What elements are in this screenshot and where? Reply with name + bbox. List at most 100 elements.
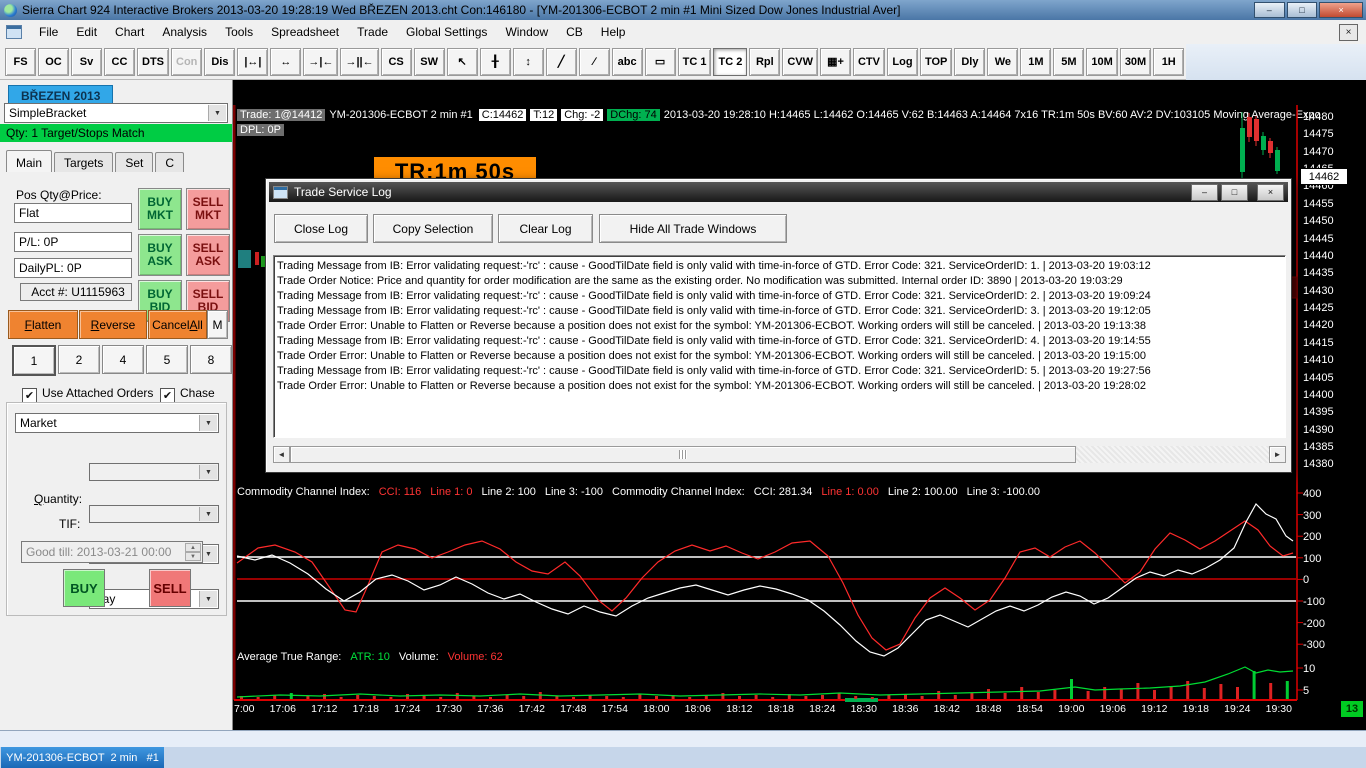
toolbar-button[interactable]: We (987, 48, 1018, 76)
dialog-maximize-button[interactable]: □ (1221, 184, 1248, 201)
position-field[interactable]: Flat (14, 203, 132, 223)
order-button[interactable]: SELLASK (186, 234, 230, 276)
toolbar-button[interactable]: CC (104, 48, 135, 76)
toolbar-button[interactable]: abc (612, 48, 643, 76)
use-attached-orders-checkbox[interactable]: ✔Use Attached Orders (22, 386, 153, 403)
toolbar-button[interactable]: TC 2 (713, 48, 747, 76)
dpl-chip: DPL: 0P (237, 122, 288, 136)
crosshair-icon[interactable]: ╂ (480, 48, 511, 76)
chevron-down-icon[interactable]: ▼ (199, 415, 217, 431)
vertical-measure-icon[interactable]: ↕ (513, 48, 544, 76)
scroll-left-icon[interactable]: ◄ (273, 446, 290, 463)
toolbar-button[interactable]: Dis (204, 48, 235, 76)
toolbar-button[interactable]: Sv (71, 48, 102, 76)
trade-window-icon[interactable]: ▦+ (820, 48, 851, 76)
qty-preset-button[interactable]: 5 (146, 345, 188, 374)
sell-button[interactable]: SELL (149, 569, 191, 607)
flatten-button[interactable]: Flatten (8, 310, 78, 339)
bar-spacing-icon[interactable]: ↔ (270, 48, 301, 76)
strategy-select[interactable]: SimpleBracket ▼ (4, 103, 228, 123)
atr-info-line: Average True Range:ATR: 10Volume:Volume:… (237, 651, 512, 663)
menu-item[interactable]: Tools (216, 22, 262, 42)
menu-item[interactable]: Edit (67, 22, 106, 42)
m-button[interactable]: M (207, 310, 228, 339)
scrollbar-thumb[interactable] (290, 446, 1076, 463)
qty-preset-button[interactable]: 8 (190, 345, 232, 374)
toolbar-button[interactable]: TC 1 (678, 48, 712, 76)
spinner-icons[interactable]: ▲▼ (185, 543, 201, 561)
panel-tab[interactable]: C (155, 152, 184, 172)
bottom-strip (0, 730, 1366, 748)
menu-item[interactable]: Global Settings (397, 22, 496, 42)
toolbar-button[interactable]: Log (887, 48, 918, 76)
toolbar-button[interactable]: Con (171, 48, 202, 76)
toolbar-button[interactable]: TOP (920, 48, 952, 76)
toolbar-button[interactable]: DTS (137, 48, 169, 76)
log-message-list[interactable]: Trading Message from IB: Error validatin… (273, 255, 1286, 438)
chevron-down-icon[interactable]: ▼ (199, 591, 217, 607)
toolbar-button[interactable]: 1H (1153, 48, 1184, 76)
toolbar-button[interactable]: Rpl (749, 48, 780, 76)
order-button[interactable]: SELLMKT (186, 188, 230, 230)
panel-tab[interactable]: Targets (54, 152, 113, 172)
chase-checkbox[interactable]: ✔Chase (160, 386, 215, 403)
time-label: 18:12 (726, 703, 752, 715)
toolbar-button[interactable]: CTV (853, 48, 885, 76)
menu-item[interactable]: Spreadsheet (262, 22, 348, 42)
bar-compress-icon[interactable]: →|← (303, 48, 338, 76)
order-type-select[interactable]: Market ▼ (15, 413, 219, 433)
menu-item[interactable]: Window (496, 22, 557, 42)
order-button[interactable]: BUYMKT (138, 188, 182, 230)
dialog-minimize-button[interactable]: – (1191, 184, 1218, 201)
cancel-all-button[interactable]: CancelAll (148, 310, 207, 339)
menu-item[interactable]: File (30, 22, 67, 42)
dialog-title-bar[interactable]: Trade Service Log – □ × (269, 182, 1288, 202)
toolbar-button[interactable]: Dly (954, 48, 985, 76)
clear-log-button[interactable]: Clear Log (498, 214, 593, 243)
close-button[interactable]: × (1319, 2, 1363, 18)
horizontal-scrollbar[interactable]: ◄ ► (273, 446, 1286, 463)
toolbar-button[interactable]: 5M (1053, 48, 1084, 76)
menu-item[interactable]: CB (557, 22, 592, 42)
mdi-close-icon[interactable]: × (1339, 24, 1358, 41)
toolbar-button[interactable]: FS (5, 48, 36, 76)
scroll-right-icon[interactable]: ► (1269, 446, 1286, 463)
ray-icon[interactable]: ∕ (579, 48, 610, 76)
toolbar-button[interactable]: CVW (782, 48, 818, 76)
toolbar-button[interactable]: SW (414, 48, 445, 76)
dialog-close-button[interactable]: × (1257, 184, 1284, 201)
bar-compress2-icon[interactable]: →||← (340, 48, 378, 76)
chevron-down-icon[interactable]: ▼ (208, 105, 226, 121)
time-label: 17:42 (519, 703, 545, 715)
toolbar-button[interactable]: 10M (1086, 48, 1117, 76)
toolbar-button[interactable]: 30M (1120, 48, 1151, 76)
menu-item[interactable]: Analysis (153, 22, 216, 42)
time-axis[interactable]: 7:0017:0617:1217:1817:2417:3017:3617:421… (234, 703, 1292, 715)
close-log-button[interactable]: Close Log (274, 214, 368, 243)
rectangle-tool-icon[interactable]: ▭ (645, 48, 676, 76)
order-button[interactable]: BUYASK (138, 234, 182, 276)
buy-button[interactable]: BUY (63, 569, 105, 607)
menu-item[interactable]: Trade (348, 22, 397, 42)
copy-selection-button[interactable]: Copy Selection (373, 214, 493, 243)
chart-tab[interactable]: YM-201306-ECBOT 2 min #1 (1, 747, 164, 768)
menu-item[interactable]: Chart (106, 22, 153, 42)
pointer-icon[interactable]: ↖ (447, 48, 478, 76)
menu-item[interactable]: Help (592, 22, 635, 42)
panel-tab[interactable]: Set (115, 152, 153, 172)
qty-preset-button[interactable]: 1 (12, 345, 56, 376)
maximize-button[interactable]: □ (1287, 2, 1318, 18)
price-scale-label: 14410 (1303, 353, 1334, 367)
toolbar-button[interactable]: 1M (1020, 48, 1051, 76)
reverse-button[interactable]: Reverse (79, 310, 147, 339)
minimize-button[interactable]: – (1254, 2, 1285, 18)
bar-spacing-increase-icon[interactable]: |↔| (237, 48, 268, 76)
toolbar-button[interactable]: CS (381, 48, 412, 76)
trendline-icon[interactable]: ╱ (546, 48, 577, 76)
toolbar-button[interactable]: OC (38, 48, 69, 76)
time-label: 17:36 (477, 703, 503, 715)
qty-preset-button[interactable]: 4 (102, 345, 144, 374)
panel-tab[interactable]: Main (6, 150, 52, 172)
qty-preset-button[interactable]: 2 (58, 345, 100, 374)
hide-all-trade-windows-button[interactable]: Hide All Trade Windows (599, 214, 787, 243)
